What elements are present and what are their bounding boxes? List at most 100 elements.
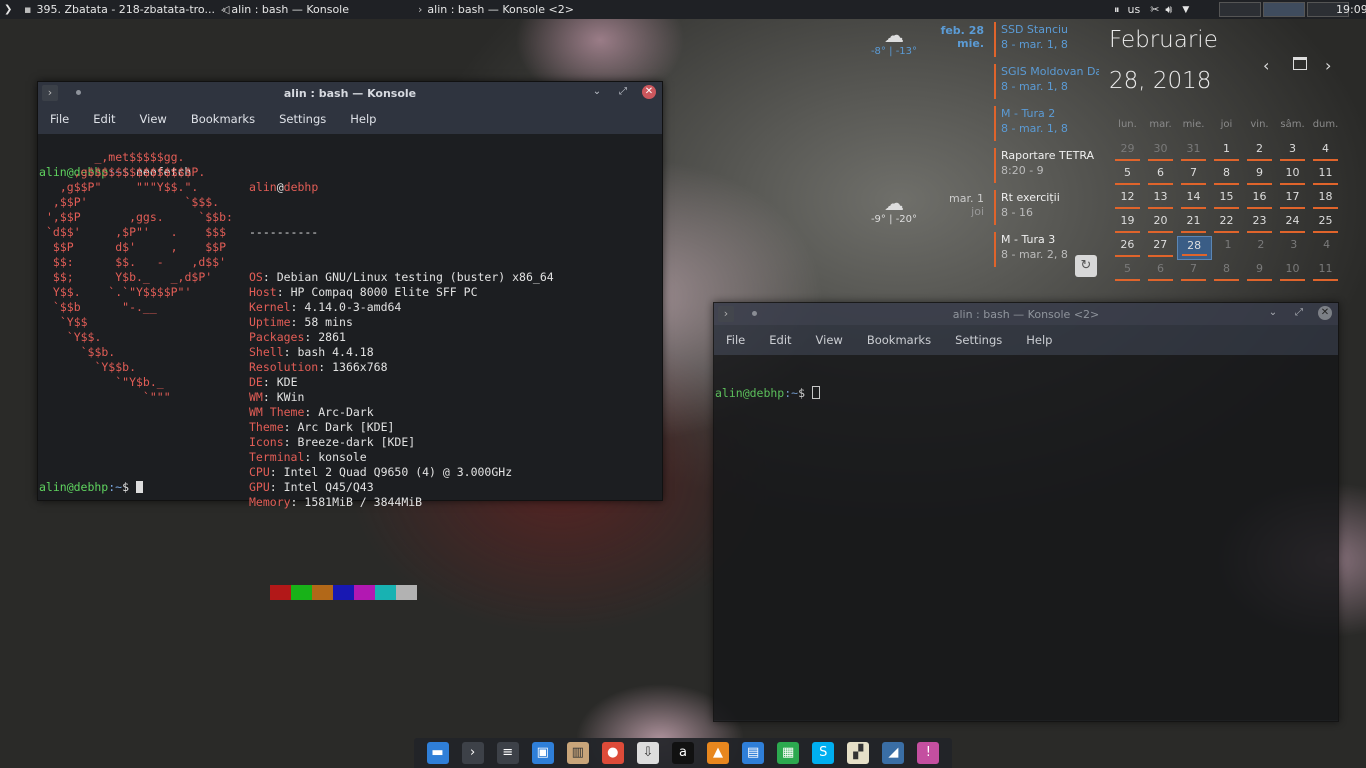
calendar-day[interactable]: 9 bbox=[1243, 260, 1276, 284]
desktop-2[interactable] bbox=[1263, 2, 1305, 17]
clapper-icon[interactable]: ▞ bbox=[847, 742, 870, 764]
terminal-area[interactable]: alin@debhp:~$ bbox=[714, 355, 1338, 720]
calendar-day[interactable]: 2 bbox=[1243, 140, 1276, 164]
vlc-icon[interactable]: ▲ bbox=[707, 742, 730, 764]
virtual-desktop-pager[interactable] bbox=[1219, 0, 1349, 19]
calendar-day[interactable]: 25 bbox=[1309, 212, 1342, 236]
settings-panel-icon[interactable]: ≡ bbox=[496, 742, 519, 764]
maximize-button[interactable]: ⤢ bbox=[1292, 306, 1306, 320]
calendar-day[interactable]: 24 bbox=[1276, 212, 1309, 236]
document-icon[interactable]: ▤ bbox=[742, 742, 765, 764]
refresh-button[interactable]: ↻ bbox=[1075, 255, 1097, 277]
event-item[interactable]: SGIS Moldovan Dan 8 - mar. 1, 8 bbox=[994, 64, 1099, 99]
event-item[interactable]: Rt exerciții 8 - 16 bbox=[994, 190, 1099, 225]
volume-icon[interactable]: 🔊︎ bbox=[1165, 3, 1172, 17]
calendar-day[interactable]: 11 bbox=[1309, 164, 1342, 188]
calendar-day[interactable]: 29 bbox=[1111, 140, 1144, 164]
calendar-day[interactable]: 2 bbox=[1244, 236, 1277, 260]
menu-view[interactable]: View bbox=[804, 333, 855, 347]
calendar-day[interactable]: 23 bbox=[1243, 212, 1276, 236]
calendar-day[interactable]: 22 bbox=[1210, 212, 1243, 236]
minimize-button[interactable]: ⌄ bbox=[1266, 306, 1280, 320]
calendar-day[interactable]: 7 bbox=[1177, 260, 1210, 284]
calendar-day[interactable]: 15 bbox=[1210, 188, 1243, 212]
calendar-day[interactable]: 21 bbox=[1177, 212, 1210, 236]
calendar-day[interactable]: 3 bbox=[1277, 236, 1310, 260]
task-item-konsole-1[interactable]: › alin : bash — Konsole bbox=[222, 0, 407, 19]
tools-icon[interactable]: ✂ bbox=[1150, 3, 1159, 16]
minimize-button[interactable]: ⌄ bbox=[590, 85, 604, 99]
keyboard-layout[interactable]: us bbox=[1128, 3, 1141, 16]
clock[interactable]: 19:09 bbox=[1336, 3, 1366, 16]
calendar-day[interactable]: 11 bbox=[1309, 260, 1342, 284]
podcast-icon[interactable]: ! bbox=[917, 742, 940, 764]
calendar-day[interactable]: 16 bbox=[1243, 188, 1276, 212]
calendar-day[interactable]: 7 bbox=[1177, 164, 1210, 188]
menu-view[interactable]: View bbox=[128, 112, 179, 126]
calendar-day[interactable]: 26 bbox=[1111, 236, 1144, 260]
task-item-browser[interactable]: ▪ 395. Zbatata - 218-zbatata-tro... ◁ bbox=[24, 0, 232, 19]
folder-icon[interactable]: ▬ bbox=[426, 742, 449, 764]
calendar-day[interactable]: 1 bbox=[1210, 140, 1243, 164]
calendar-day[interactable]: 9 bbox=[1243, 164, 1276, 188]
archive-icon[interactable]: ▥ bbox=[566, 742, 589, 764]
calendar-day[interactable]: 4 bbox=[1310, 236, 1343, 260]
menu-help[interactable]: Help bbox=[1014, 333, 1064, 347]
calendar-day-today[interactable]: 28 bbox=[1176, 236, 1212, 260]
calendar-day[interactable]: 5 bbox=[1111, 260, 1144, 284]
calendar-day[interactable]: 30 bbox=[1144, 140, 1177, 164]
menu-bookmarks[interactable]: Bookmarks bbox=[855, 333, 943, 347]
menu-edit[interactable]: Edit bbox=[81, 112, 127, 126]
calendar-day[interactable]: 27 bbox=[1144, 236, 1177, 260]
titlebar[interactable]: › alin : bash — Konsole ⌄ ⤢ ✕ bbox=[38, 82, 662, 104]
menu-settings[interactable]: Settings bbox=[943, 333, 1014, 347]
calendar-day[interactable]: 5 bbox=[1111, 164, 1144, 188]
menu-file[interactable]: File bbox=[38, 112, 81, 126]
calendar-day[interactable]: 6 bbox=[1144, 164, 1177, 188]
titlebar[interactable]: › alin : bash — Konsole <2> ⌄ ⤢ ✕ bbox=[714, 303, 1338, 325]
desktop-1[interactable] bbox=[1219, 2, 1261, 17]
calendar-day[interactable]: 12 bbox=[1111, 188, 1144, 212]
next-month-button[interactable]: › bbox=[1325, 56, 1331, 75]
prev-month-button[interactable]: ‹ bbox=[1263, 56, 1269, 75]
calendar-day[interactable]: 20 bbox=[1144, 212, 1177, 236]
close-button[interactable]: ✕ bbox=[1318, 306, 1332, 320]
tray-expand-icon[interactable]: ▼ bbox=[1182, 5, 1189, 15]
calendar-day[interactable]: 10 bbox=[1276, 164, 1309, 188]
menu-settings[interactable]: Settings bbox=[267, 112, 338, 126]
close-button[interactable]: ✕ bbox=[642, 85, 656, 99]
store-icon[interactable]: ▣ bbox=[531, 742, 554, 764]
spreadsheet-icon[interactable]: ▦ bbox=[777, 742, 800, 764]
wireshark-icon[interactable]: ◢ bbox=[882, 742, 905, 764]
calendar-day[interactable]: 3 bbox=[1276, 140, 1309, 164]
menu-bookmarks[interactable]: Bookmarks bbox=[179, 112, 267, 126]
event-item[interactable]: SSD Stanciu 8 - mar. 1, 8 bbox=[994, 22, 1099, 57]
calendar-day[interactable]: 31 bbox=[1177, 140, 1210, 164]
task-item-konsole-2[interactable]: › alin : bash — Konsole <2> bbox=[418, 0, 603, 19]
skype-icon[interactable]: S bbox=[812, 742, 835, 764]
menu-edit[interactable]: Edit bbox=[757, 333, 803, 347]
maximize-button[interactable]: ⤢ bbox=[616, 85, 630, 99]
calendar-day[interactable]: 10 bbox=[1276, 260, 1309, 284]
calendar-day[interactable]: 13 bbox=[1144, 188, 1177, 212]
calendar-day[interactable]: 19 bbox=[1111, 212, 1144, 236]
calendar-day[interactable]: 6 bbox=[1144, 260, 1177, 284]
calendar-day[interactable]: 8 bbox=[1210, 164, 1243, 188]
media-pause-icon[interactable]: ⏸ bbox=[1114, 3, 1120, 17]
event-item[interactable]: M - Tura 2 8 - mar. 1, 8 bbox=[994, 106, 1099, 141]
menu-help[interactable]: Help bbox=[338, 112, 388, 126]
calendar-day[interactable]: 17 bbox=[1276, 188, 1309, 212]
calendar-day[interactable]: 18 bbox=[1309, 188, 1342, 212]
event-item[interactable]: Raportare TETRA 8:20 - 9 bbox=[994, 148, 1099, 183]
menu-file[interactable]: File bbox=[714, 333, 757, 347]
calendar-day[interactable]: 8 bbox=[1210, 260, 1243, 284]
calendar-day[interactable]: 1 bbox=[1212, 236, 1245, 260]
amarok-icon[interactable]: a bbox=[671, 742, 694, 764]
download-icon[interactable]: ⇩ bbox=[636, 742, 659, 764]
calendar-day[interactable]: 4 bbox=[1309, 140, 1342, 164]
terminal-icon[interactable]: › bbox=[461, 742, 484, 764]
chrome-icon[interactable]: ● bbox=[601, 742, 624, 764]
calendar-day[interactable]: 14 bbox=[1177, 188, 1210, 212]
terminal-area[interactable]: alin@debhp:~$ neofetch _,met$$$$$gg. ,g$… bbox=[38, 134, 662, 600]
today-button[interactable] bbox=[1293, 57, 1307, 70]
